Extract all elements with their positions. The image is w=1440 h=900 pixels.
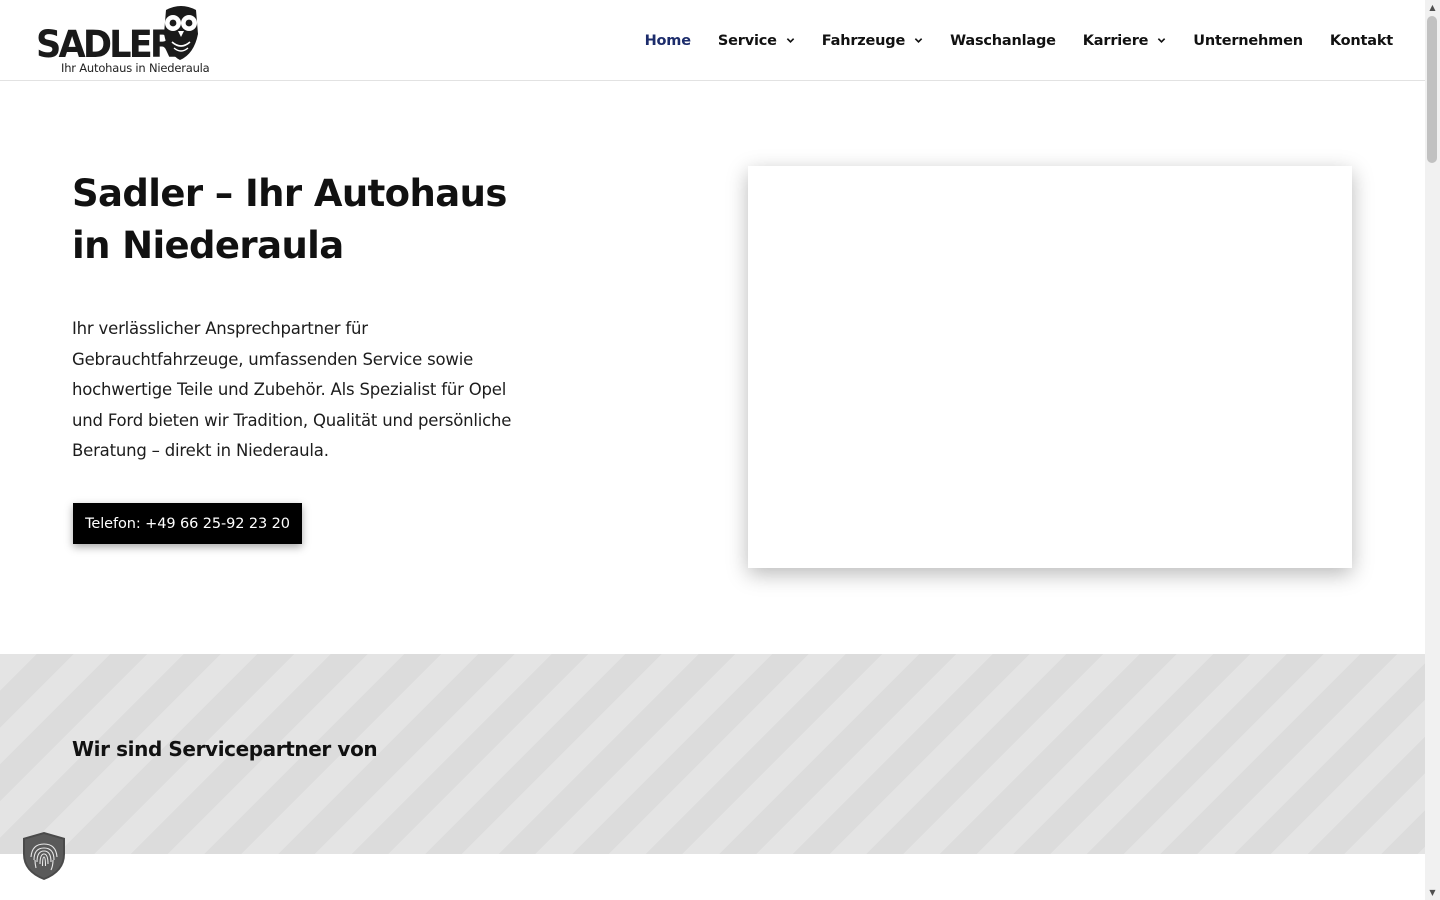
nav-item-label: Kontakt	[1329, 32, 1393, 49]
scroll-up-icon[interactable]: ▲	[1425, 0, 1440, 15]
nav-item-label: Waschanlage	[950, 32, 1056, 49]
logo-tagline: Ihr Autohaus in Niederaula	[61, 61, 210, 75]
nav-item-kontakt[interactable]: Kontakt	[1330, 33, 1393, 49]
phone-button[interactable]: Telefon: +49 66 25-92 23 20	[73, 503, 302, 544]
site-header: SADLER Ihr Autohaus in Niederaula Home S…	[0, 0, 1425, 81]
service-partners-section: Wir sind Servicepartner von	[0, 654, 1425, 854]
nav-item-unternehmen[interactable]: Unternehmen	[1193, 33, 1303, 49]
page: SADLER Ihr Autohaus in Niederaula Home S…	[0, 0, 1425, 900]
scrollbar-thumb[interactable]	[1427, 16, 1437, 163]
hero-title-line: in Niederaula	[72, 224, 344, 267]
hero-media-placeholder	[748, 166, 1352, 568]
fingerprint-shield-icon[interactable]	[20, 830, 68, 882]
nav-item-service[interactable]: Service	[718, 33, 795, 49]
scroll-down-icon[interactable]: ▼	[1425, 885, 1440, 900]
page-scrollbar[interactable]: ▲ ▼	[1425, 0, 1440, 900]
chevron-down-icon	[1158, 38, 1166, 43]
nav-item-karriere[interactable]: Karriere	[1083, 33, 1167, 49]
chevron-down-icon	[786, 38, 794, 43]
owl-logo-icon	[164, 6, 198, 60]
nav-item-label: Fahrzeuge	[821, 32, 906, 49]
nav-item-label: Service	[717, 32, 777, 49]
hero-title-line: Sadler – Ihr Autohaus	[72, 172, 507, 215]
chevron-down-icon	[914, 38, 923, 43]
nav-item-fahrzeuge[interactable]: Fahrzeuge	[822, 33, 923, 49]
nav-item-home[interactable]: Home	[645, 33, 691, 49]
nav-item-label: Unternehmen	[1193, 32, 1303, 49]
nav-item-waschanlage[interactable]: Waschanlage	[950, 33, 1056, 49]
partners-title: Wir sind Servicepartner von	[72, 737, 378, 761]
hero-description: Ihr verlässlicher Ansprechpartner für Ge…	[72, 319, 512, 460]
nav-item-label: Home	[644, 32, 691, 49]
nav-item-label: Karriere	[1082, 32, 1149, 49]
site-logo[interactable]: SADLER Ihr Autohaus in Niederaula	[36, 4, 210, 76]
main-nav: Home Service Fahrzeuge Waschanlage Karri…	[618, 0, 1394, 81]
logo-wordmark: SADLER	[36, 23, 177, 66]
hero-title: Sadler – Ihr Autohaus in Niederaula	[72, 168, 592, 272]
